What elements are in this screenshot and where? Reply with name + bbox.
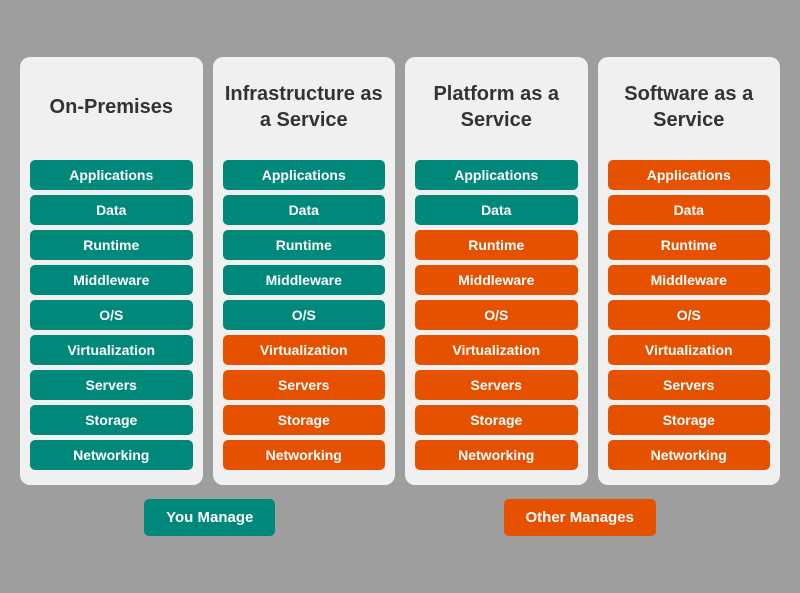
item-badge-o-s-iaas: O/S (223, 300, 386, 330)
item-badge-runtime-paas: Runtime (415, 230, 578, 260)
item-badge-data-saas: Data (608, 195, 771, 225)
item-badge-networking-on-premises: Networking (30, 440, 193, 470)
item-badge-networking-paas: Networking (415, 440, 578, 470)
item-badge-applications-paas: Applications (415, 160, 578, 190)
item-badge-servers-on-premises: Servers (30, 370, 193, 400)
item-badge-storage-on-premises: Storage (30, 405, 193, 435)
column-title-paas: Platform as a Service (415, 72, 578, 142)
column-on-premises: On-Premises Applications Data Runtime Middle… (20, 57, 203, 485)
items-list-iaas: Applications Data Runtime Middleware O/S Virt… (223, 160, 386, 470)
item-badge-runtime-saas: Runtime (608, 230, 771, 260)
item-badge-data-iaas: Data (223, 195, 386, 225)
item-badge-applications-iaas: Applications (223, 160, 386, 190)
item-badge-networking-iaas: Networking (223, 440, 386, 470)
item-badge-storage-saas: Storage (608, 405, 771, 435)
item-badge-o-s-saas: O/S (608, 300, 771, 330)
item-badge-servers-saas: Servers (608, 370, 771, 400)
item-badge-servers-iaas: Servers (223, 370, 386, 400)
column-title-iaas: Infrastructure as a Service (223, 72, 386, 142)
column-iaas: Infrastructure as a Service Applications D… (213, 57, 396, 485)
main-container: On-Premises Applications Data Runtime Middle… (10, 47, 790, 546)
columns-row: On-Premises Applications Data Runtime Middle… (20, 57, 780, 485)
item-badge-virtualization-iaas: Virtualization (223, 335, 386, 365)
item-badge-applications-on-premises: Applications (30, 160, 193, 190)
item-badge-runtime-on-premises: Runtime (30, 230, 193, 260)
column-title-saas: Software as a Service (608, 72, 771, 142)
item-badge-middleware-iaas: Middleware (223, 265, 386, 295)
item-badge-servers-paas: Servers (415, 370, 578, 400)
item-badge-virtualization-saas: Virtualization (608, 335, 771, 365)
item-badge-middleware-saas: Middleware (608, 265, 771, 295)
you-manage-badge: You Manage (144, 499, 275, 536)
column-paas: Platform as a Service Applications Data Run… (405, 57, 588, 485)
item-badge-middleware-paas: Middleware (415, 265, 578, 295)
item-badge-data-on-premises: Data (30, 195, 193, 225)
item-badge-virtualization-paas: Virtualization (415, 335, 578, 365)
items-list-saas: Applications Data Runtime Middleware O/S Virt… (608, 160, 771, 470)
item-badge-o-s-paas: O/S (415, 300, 578, 330)
item-badge-data-paas: Data (415, 195, 578, 225)
column-title-on-premises: On-Premises (50, 72, 173, 142)
legend-row: You Manage Other Manages (20, 499, 780, 536)
item-badge-applications-saas: Applications (608, 160, 771, 190)
item-badge-o-s-on-premises: O/S (30, 300, 193, 330)
item-badge-middleware-on-premises: Middleware (30, 265, 193, 295)
column-saas: Software as a Service Applications Data Run… (598, 57, 781, 485)
other-manages-badge: Other Manages (504, 499, 656, 536)
item-badge-storage-iaas: Storage (223, 405, 386, 435)
items-list-paas: Applications Data Runtime Middleware O/S Virt… (415, 160, 578, 470)
item-badge-runtime-iaas: Runtime (223, 230, 386, 260)
item-badge-virtualization-on-premises: Virtualization (30, 335, 193, 365)
item-badge-storage-paas: Storage (415, 405, 578, 435)
item-badge-networking-saas: Networking (608, 440, 771, 470)
items-list-on-premises: Applications Data Runtime Middleware O/S Virt… (30, 160, 193, 470)
